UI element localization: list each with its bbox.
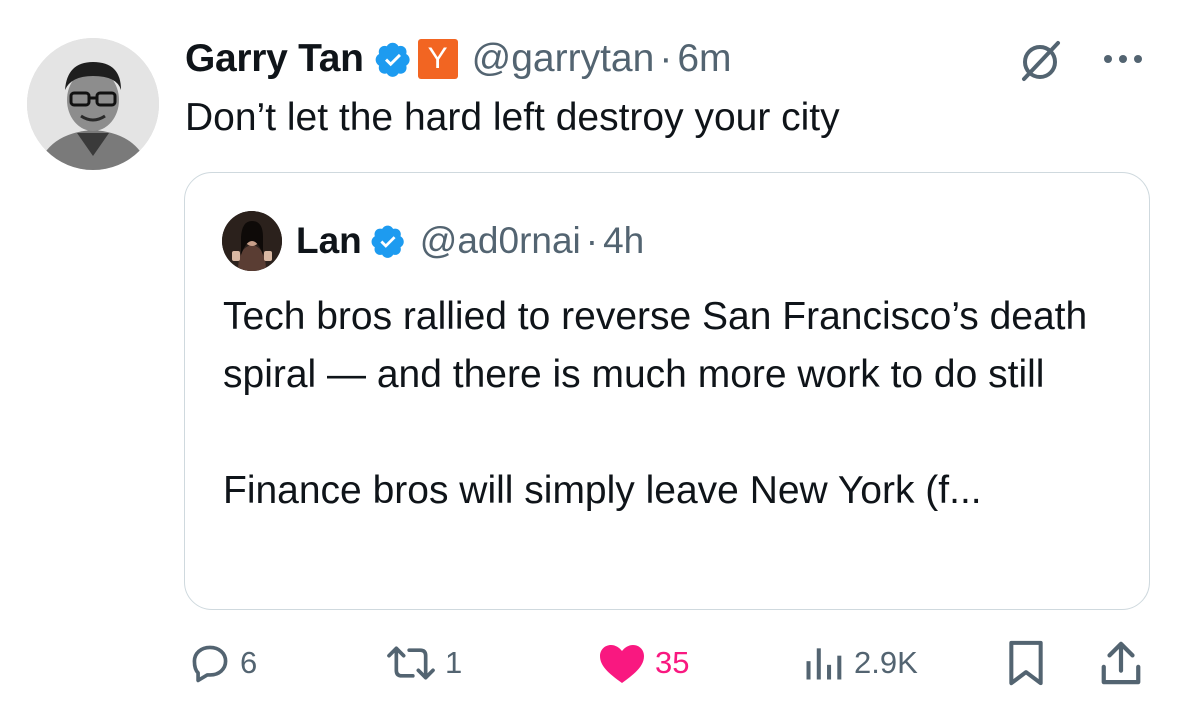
bookmark-button[interactable] (1004, 638, 1048, 688)
views-count: 2.9K (854, 645, 918, 680)
yc-badge-icon: Y (417, 39, 458, 79)
repost-button[interactable]: 1 (385, 638, 462, 688)
tweet-header: Garry Tan Y @garrytan · 6m (185, 30, 732, 88)
repost-icon (387, 646, 435, 680)
post-time[interactable]: 6m (677, 37, 731, 81)
quoted-paragraph: Tech bros rallied to reverse San Francis… (223, 295, 1088, 396)
verified-badge-icon (371, 225, 404, 258)
views-button[interactable]: 2.9K (800, 638, 918, 688)
action-bar: 6 1 35 2.9K (0, 630, 1179, 700)
reply-count: 6 (240, 645, 258, 680)
grok-icon[interactable] (1016, 36, 1064, 84)
quoted-avatar-image (222, 211, 282, 271)
separator-dot: · (659, 37, 673, 80)
author-avatar[interactable] (27, 38, 159, 170)
quoted-header: Lan @ad0rnai · 4h (296, 213, 644, 269)
like-icon (600, 645, 644, 683)
quoted-author-name[interactable]: Lan (296, 220, 362, 262)
repost-count: 1 (445, 645, 463, 680)
avatar-image (27, 38, 159, 170)
views-icon (806, 648, 842, 680)
quoted-author-handle[interactable]: @ad0rnai (420, 220, 581, 262)
author-handle[interactable]: @garrytan (472, 37, 655, 81)
like-button[interactable]: 35 (597, 638, 689, 688)
quoted-text: Tech bros rallied to reverse San Francis… (223, 288, 1123, 520)
share-button[interactable] (1098, 638, 1144, 688)
more-icon[interactable] (1098, 44, 1148, 74)
author-name[interactable]: Garry Tan (185, 37, 364, 81)
bookmark-icon (1009, 640, 1043, 686)
quoted-paragraph: Finance bros will simply leave New York … (223, 469, 982, 512)
tweet-text: Don’t let the hard left destroy your cit… (185, 96, 840, 139)
separator-dot: · (585, 220, 599, 261)
verified-badge-icon (375, 42, 410, 77)
like-count: 35 (655, 645, 690, 680)
share-icon (1101, 641, 1141, 685)
reply-icon (192, 645, 228, 683)
reply-button[interactable]: 6 (188, 638, 257, 688)
quoted-author-avatar[interactable] (222, 211, 282, 271)
quoted-tweet[interactable]: Lan @ad0rnai · 4h Tech bros rallied to r… (184, 172, 1150, 610)
quoted-post-time[interactable]: 4h (603, 220, 644, 262)
